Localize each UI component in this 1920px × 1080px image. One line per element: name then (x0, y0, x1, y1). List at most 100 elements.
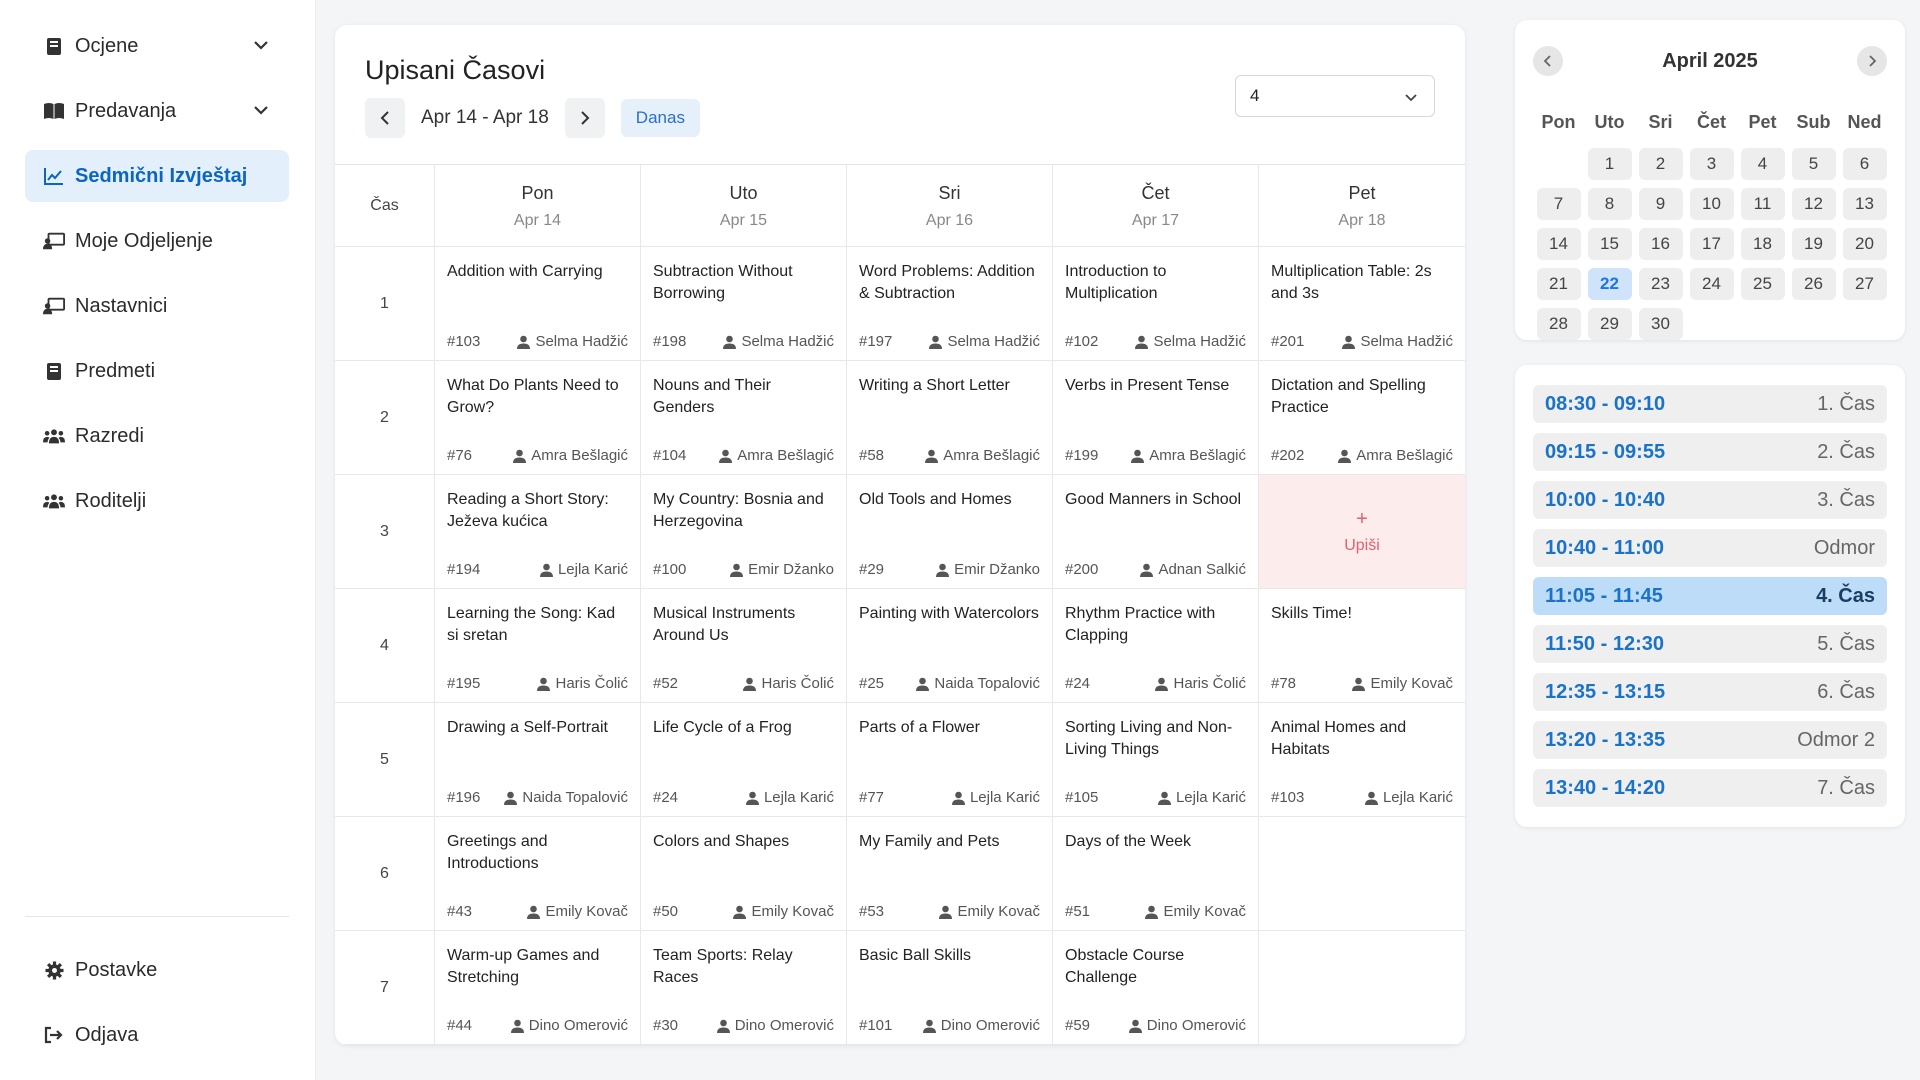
teacher-name: Amra Bešlagić (943, 447, 1040, 464)
calendar-day[interactable]: 28 (1536, 308, 1581, 340)
lesson-cell[interactable]: Warm-up Games and Stretching #44 Dino Omer… (435, 931, 641, 1044)
next-month-button[interactable] (1856, 46, 1887, 76)
sidebar-item-moje-odjeljenje[interactable]: Moje Odjeljenje (25, 215, 289, 267)
lesson-cell[interactable]: Days of the Week #51 Emily Kovač (1053, 817, 1259, 930)
sidebar-item-ocjene[interactable]: Ocjene (25, 20, 289, 72)
calendar-day[interactable]: 1 (1587, 148, 1632, 180)
calendar-day[interactable]: 8 (1587, 188, 1632, 220)
calendar-day[interactable]: 2 (1638, 148, 1683, 180)
teacher-name: Dino Omerović (1146, 1017, 1246, 1034)
calendar-day[interactable]: 17 (1689, 228, 1734, 260)
next-week-button[interactable] (564, 98, 605, 138)
lesson-cell[interactable]: Nouns and Their Genders #104 Amra Bešlagić (641, 361, 847, 474)
period-time[interactable]: 12:35 - 13:15 6. Čas (1533, 673, 1887, 711)
prev-month-button[interactable] (1533, 46, 1563, 76)
lesson-cell[interactable]: Rhythm Practice with Clapping #24 Haris Čo… (1053, 589, 1259, 702)
sidebar-item-postavke[interactable]: Postavke (25, 944, 289, 996)
lesson-cell[interactable]: Life Cycle of a Frog #24 Lejla Karić (641, 703, 847, 816)
day-header: Uto Apr 15 (641, 165, 847, 246)
lesson-cell[interactable]: Writing a Short Letter #58 Amra Bešlagić (847, 361, 1053, 474)
period-time[interactable]: 10:00 - 10:40 3. Čas (1533, 481, 1887, 519)
period-time[interactable]: 13:20 - 13:35 Odmor 2 (1533, 721, 1887, 759)
period-time[interactable]: 13:40 - 14:20 7. Čas (1533, 769, 1887, 807)
lesson-cell[interactable]: Sorting Living and Non-Living Things #105… (1053, 703, 1259, 816)
lesson-cell[interactable]: Verbs in Present Tense #199 Amra Bešlagić (1053, 361, 1259, 474)
lesson-cell[interactable]: My Country: Bosnia and Herzegovina #100 Em… (641, 475, 847, 588)
sidebar-item-razredi[interactable]: Razredi (25, 410, 289, 462)
calendar-day[interactable]: 6 (1842, 148, 1887, 180)
period-time[interactable]: 08:30 - 09:10 1. Čas (1533, 385, 1887, 423)
calendar-day[interactable]: 26 (1791, 268, 1836, 300)
sidebar-item-nastavnici[interactable]: Nastavnici (25, 280, 289, 332)
user-icon (733, 905, 747, 919)
calendar-day[interactable]: 25 (1740, 268, 1785, 300)
calendar-day[interactable]: 12 (1791, 188, 1836, 220)
lesson-cell[interactable]: Reading a Short Story: Ježeva kućica #194… (435, 475, 641, 588)
lesson-cell[interactable]: Painting with Watercolors #25 Naida Topalo… (847, 589, 1053, 702)
lesson-cell[interactable]: Good Manners in School #200 Adnan Salkić (1053, 475, 1259, 588)
lesson-meta: #105 Lejla Karić (1065, 789, 1246, 806)
class-select[interactable]: 4 (1235, 75, 1435, 117)
enroll-slot-button[interactable]: + Upiši (1259, 475, 1465, 588)
lesson-cell[interactable]: Drawing a Self-Portrait #196 Naida Topalov… (435, 703, 641, 816)
lesson-cell[interactable]: Dictation and Spelling Practice #202 Amra … (1259, 361, 1465, 474)
prev-week-button[interactable] (365, 98, 405, 138)
lesson-cell[interactable]: Parts of a Flower #77 Lejla Karić (847, 703, 1053, 816)
calendar-day[interactable]: 16 (1638, 228, 1683, 260)
calendar-day[interactable]: 11 (1740, 188, 1785, 220)
calendar-day[interactable]: 27 (1842, 268, 1887, 300)
lesson-cell[interactable]: My Family and Pets #53 Emily Kovač (847, 817, 1053, 930)
period-time-range: 10:40 - 11:00 (1545, 536, 1664, 559)
sidebar-item-roditelji[interactable]: Roditelji (25, 475, 289, 527)
lesson-cell[interactable]: Learning the Song: Kad si sretan #195 Hari… (435, 589, 641, 702)
lesson-cell[interactable]: What Do Plants Need to Grow? #76 Amra Bešl… (435, 361, 641, 474)
calendar-day[interactable]: 30 (1638, 308, 1683, 340)
calendar-day[interactable]: 24 (1689, 268, 1734, 300)
calendar-day[interactable]: 18 (1740, 228, 1785, 260)
period-time[interactable]: 11:50 - 12:30 5. Čas (1533, 625, 1887, 663)
lesson-cell[interactable]: Animal Homes and Habitats #103 Lejla Karić (1259, 703, 1465, 816)
calendar-day[interactable]: 9 (1638, 188, 1683, 220)
calendar-day[interactable]: 10 (1689, 188, 1734, 220)
lesson-teacher: Lejla Karić (951, 789, 1040, 806)
lesson-id: #43 (447, 903, 473, 920)
calendar-header: April 2025 (1533, 46, 1887, 76)
lesson-title: Life Cycle of a Frog (653, 719, 792, 736)
lesson-teacher: Adnan Salkić (1140, 561, 1246, 578)
calendar-day-today[interactable]: 22 (1587, 268, 1632, 300)
lesson-cell[interactable]: Skills Time! #78 Emily Kovač (1259, 589, 1465, 702)
sidebar-item-predavanja[interactable]: Predavanja (25, 85, 289, 137)
calendar-day[interactable]: 7 (1536, 188, 1581, 220)
lesson-cell[interactable]: Multiplication Table: 2s and 3s #201 Selma… (1259, 247, 1465, 360)
lesson-cell[interactable]: Word Problems: Addition & Subtraction #19… (847, 247, 1053, 360)
period-time[interactable]: 09:15 - 09:55 2. Čas (1533, 433, 1887, 471)
sidebar-item-sedmicni-izvjestaj[interactable]: Sedmični Izvještaj (25, 150, 289, 202)
lesson-cell[interactable]: Subtraction Without Borrowing #198 Selma H… (641, 247, 847, 360)
sidebar-item-predmeti[interactable]: Predmeti (25, 345, 289, 397)
calendar-day[interactable]: 19 (1791, 228, 1836, 260)
period-time[interactable]: 10:40 - 11:00 Odmor (1533, 529, 1887, 567)
period-time-active[interactable]: 11:05 - 11:45 4. Čas (1533, 577, 1887, 615)
calendar-day[interactable]: 21 (1536, 268, 1581, 300)
lesson-cell[interactable]: Obstacle Course Challenge #59 Dino Omerovi… (1053, 931, 1259, 1044)
lesson-cell[interactable]: Introduction to Multiplication #102 Selma … (1053, 247, 1259, 360)
lesson-cell[interactable]: Basic Ball Skills #101 Dino Omerović (847, 931, 1053, 1044)
calendar-day[interactable]: 20 (1842, 228, 1887, 260)
calendar-day[interactable]: 3 (1689, 148, 1734, 180)
lesson-cell[interactable]: Old Tools and Homes #29 Emir Džanko (847, 475, 1053, 588)
calendar-day[interactable]: 15 (1587, 228, 1632, 260)
sidebar-item-odjava[interactable]: Odjava (25, 1009, 289, 1061)
lesson-cell[interactable]: Addition with Carrying #103 Selma Hadžić (435, 247, 641, 360)
calendar-day[interactable]: 29 (1587, 308, 1632, 340)
calendar-day[interactable]: 4 (1740, 148, 1785, 180)
calendar-day[interactable]: 5 (1791, 148, 1836, 180)
calendar-day[interactable]: 14 (1536, 228, 1581, 260)
lesson-cell[interactable]: Team Sports: Relay Races #30 Dino Omerović (641, 931, 847, 1044)
teacher-name: Lejla Karić (969, 789, 1040, 806)
lesson-cell[interactable]: Colors and Shapes #50 Emily Kovač (641, 817, 847, 930)
today-button[interactable]: Danas (620, 99, 700, 137)
lesson-cell[interactable]: Greetings and Introductions #43 Emily Kova… (435, 817, 641, 930)
lesson-cell[interactable]: Musical Instruments Around Us #52 Haris Čo… (641, 589, 847, 702)
calendar-day[interactable]: 23 (1638, 268, 1683, 300)
calendar-day[interactable]: 13 (1842, 188, 1887, 220)
